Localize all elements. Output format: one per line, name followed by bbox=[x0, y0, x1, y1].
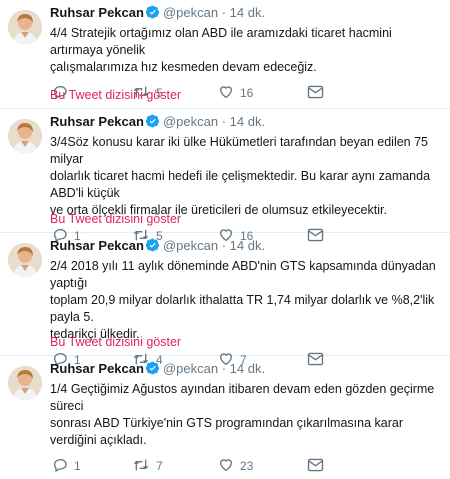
author-name[interactable]: Ruhsar Pekcan bbox=[50, 5, 144, 20]
author-name[interactable]: Ruhsar Pekcan bbox=[50, 114, 144, 129]
author-handle[interactable]: @pekcan bbox=[163, 238, 218, 253]
tweet-text-line: dolarlık ticaret hacmi hedefi ile çelişm… bbox=[50, 169, 431, 200]
direct-message-button[interactable] bbox=[307, 457, 324, 475]
like-button[interactable]: 23 bbox=[218, 457, 253, 475]
verified-badge-icon bbox=[145, 114, 160, 132]
tweet-timeline: Ruhsar Pekcan @pekcan · 14 dk. 4/4 Strate… bbox=[0, 0, 450, 473]
show-thread-link[interactable]: Bu Tweet dizisini göster bbox=[50, 335, 181, 349]
tweet-timestamp[interactable]: 14 dk. bbox=[230, 5, 265, 20]
tweet-text-line: 4/4 Stratejik ortağımız olan ABD ile ara… bbox=[50, 26, 392, 57]
tweet-text-line: toplam 20,9 milyar dolarlık ithalatta TR… bbox=[50, 293, 435, 324]
like-count: 16 bbox=[240, 86, 254, 100]
separator-dot: · bbox=[221, 361, 227, 376]
like-button[interactable]: 16 bbox=[218, 84, 253, 102]
direct-message-button[interactable] bbox=[307, 84, 324, 102]
tweet-text-line: 1/4 Geçtiğimiz Ağustos ayından itibaren … bbox=[50, 382, 435, 413]
tweet-text: 1/4 Geçtiğimiz Ağustos ayından itibaren … bbox=[50, 381, 442, 449]
author-handle[interactable]: @pekcan bbox=[163, 361, 218, 376]
tweet-text: 4/4 Stratejik ortağımız olan ABD ile ara… bbox=[50, 25, 442, 76]
separator-dot: · bbox=[221, 5, 227, 20]
tweet[interactable]: Ruhsar Pekcan @pekcan · 14 dk. 4/4 Strate… bbox=[0, 0, 450, 109]
tweet-actions: 1 7 23 bbox=[50, 457, 442, 479]
avatar[interactable] bbox=[8, 366, 42, 400]
tweet-timestamp[interactable]: 14 dk. bbox=[230, 361, 265, 376]
tweet[interactable]: Ruhsar Pekcan @pekcan · 14 dk. 1/4 Geçtiğ… bbox=[0, 356, 450, 473]
direct-message-icon bbox=[307, 458, 324, 475]
tweet-text: 3/4Söz konusu karar iki ülke Hükümetleri… bbox=[50, 134, 442, 219]
heart-icon bbox=[218, 84, 234, 103]
retweet-button[interactable]: 7 bbox=[132, 457, 163, 475]
author-name[interactable]: Ruhsar Pekcan bbox=[50, 238, 144, 253]
heart-icon bbox=[218, 457, 234, 476]
tweet-timestamp[interactable]: 14 dk. bbox=[230, 114, 265, 129]
tweet-header: Ruhsar Pekcan @pekcan · 14 dk. bbox=[50, 4, 442, 23]
separator-dot: · bbox=[221, 114, 227, 129]
reply-count: 1 bbox=[74, 459, 81, 473]
tweet[interactable]: Ruhsar Pekcan @pekcan · 14 dk. 3/4Söz kon… bbox=[0, 109, 450, 243]
tweet-header: Ruhsar Pekcan @pekcan · 14 dk. bbox=[50, 237, 442, 256]
tweet-text: 2/4 2018 yılı 11 aylık döneminde ABD'nin… bbox=[50, 258, 442, 343]
reply-icon bbox=[52, 457, 68, 476]
tweet-timestamp[interactable]: 14 dk. bbox=[230, 238, 265, 253]
show-thread-link[interactable]: Bu Tweet dizisini göster bbox=[50, 88, 181, 102]
avatar[interactable] bbox=[8, 10, 42, 44]
avatar[interactable] bbox=[8, 119, 42, 153]
author-handle[interactable]: @pekcan bbox=[163, 114, 218, 129]
verified-badge-icon bbox=[145, 5, 160, 23]
tweet-header: Ruhsar Pekcan @pekcan · 14 dk. bbox=[50, 113, 442, 132]
tweet-text-line: 2/4 2018 yılı 11 aylık döneminde ABD'nin… bbox=[50, 259, 436, 290]
tweet-text-line: 3/4Söz konusu karar iki ülke Hükümetleri… bbox=[50, 135, 428, 166]
tweet[interactable]: Ruhsar Pekcan @pekcan · 14 dk. 2/4 2018 y… bbox=[0, 233, 450, 367]
tweet-header: Ruhsar Pekcan @pekcan · 14 dk. bbox=[50, 360, 442, 379]
like-count: 23 bbox=[240, 459, 254, 473]
show-thread-link[interactable]: Bu Tweet dizisini göster bbox=[50, 212, 181, 226]
author-name[interactable]: Ruhsar Pekcan bbox=[50, 361, 144, 376]
tweet-text-line: çalışmalarımıza hız kesmeden devam edece… bbox=[50, 60, 317, 74]
tweet-text-line: sonrası ABD Türkiye'nin GTS programından… bbox=[50, 416, 403, 447]
reply-button[interactable]: 1 bbox=[52, 457, 81, 475]
avatar[interactable] bbox=[8, 243, 42, 277]
direct-message-icon bbox=[307, 85, 324, 102]
verified-badge-icon bbox=[145, 361, 160, 379]
separator-dot: · bbox=[221, 238, 227, 253]
author-handle[interactable]: @pekcan bbox=[163, 5, 218, 20]
verified-badge-icon bbox=[145, 238, 160, 256]
retweet-count: 7 bbox=[156, 459, 163, 473]
retweet-icon bbox=[132, 457, 150, 476]
